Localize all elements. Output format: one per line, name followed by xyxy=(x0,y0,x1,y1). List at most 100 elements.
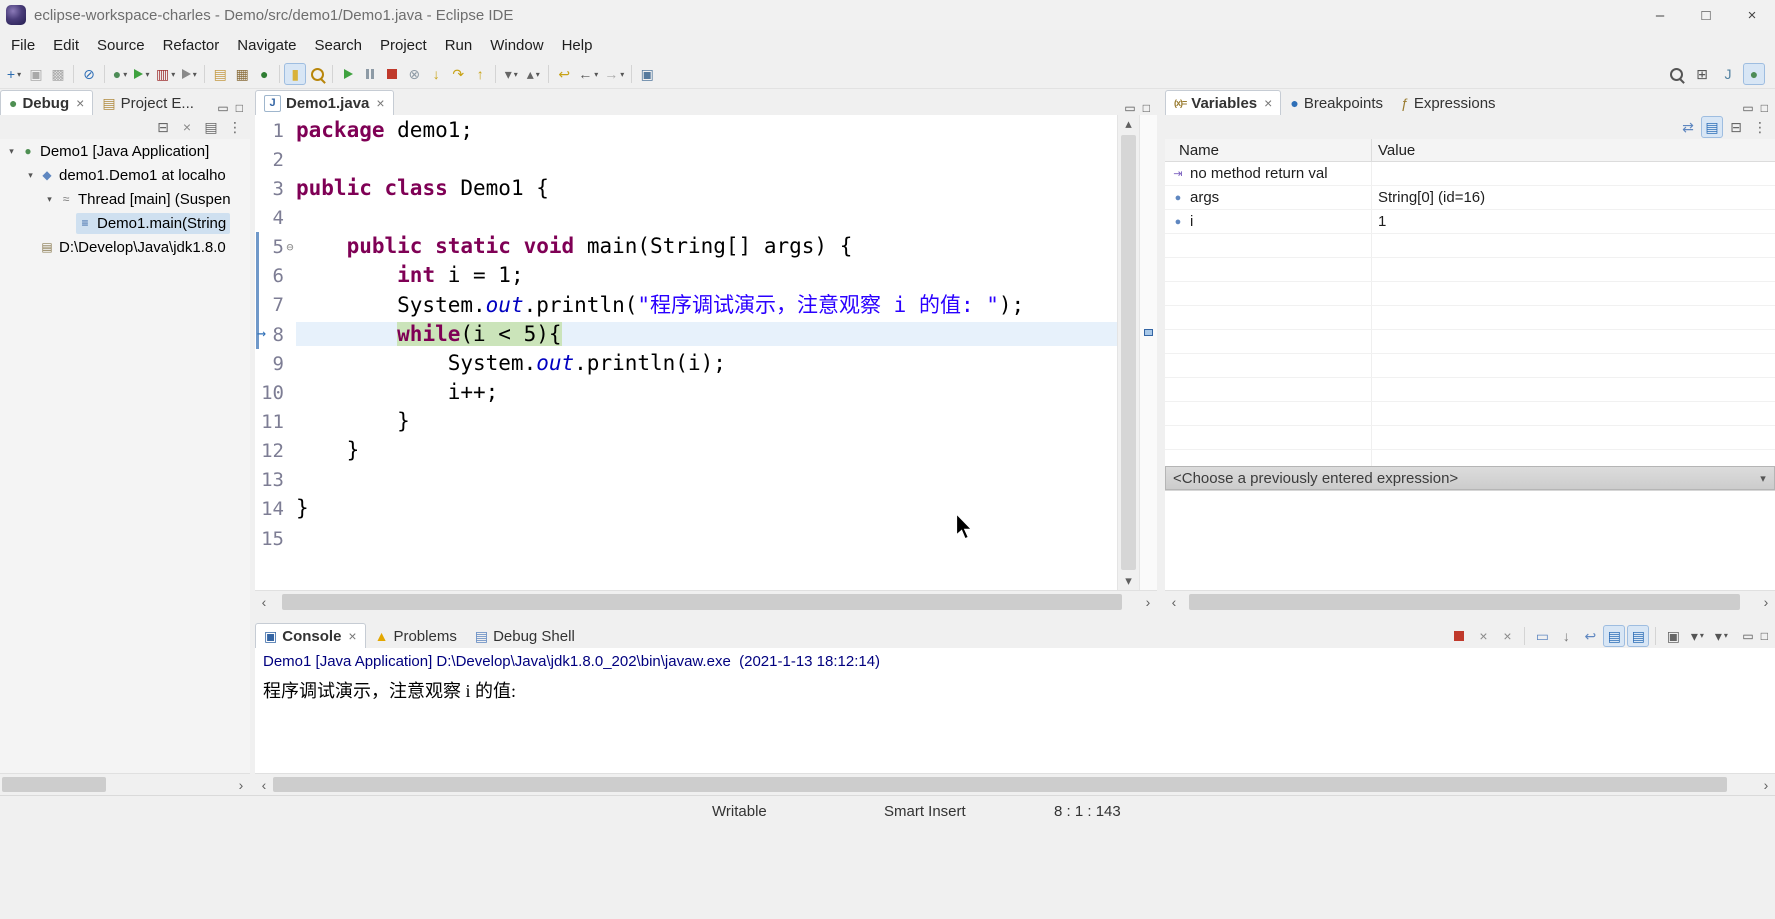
remove-terminated-button[interactable]: × xyxy=(176,116,198,138)
variable-row-i[interactable]: ●i1 xyxy=(1165,210,1775,234)
column-header-value[interactable]: Value xyxy=(1372,139,1775,161)
chevron-down-icon[interactable]: ▾ xyxy=(1752,472,1774,485)
menu-project[interactable]: Project xyxy=(371,33,436,58)
previous-annotation-button[interactable]: ▴▾ xyxy=(522,63,544,85)
current-line-marker-icon[interactable] xyxy=(1144,329,1153,336)
tab-debug[interactable]: ●Debug× xyxy=(0,90,93,115)
terminate-console-button[interactable] xyxy=(1448,625,1470,647)
close-window-button[interactable]: × xyxy=(1729,0,1775,30)
quick-access-search-button[interactable] xyxy=(1665,63,1687,85)
scroll-thumb[interactable] xyxy=(1121,135,1136,570)
debug-button[interactable]: ●▾ xyxy=(109,63,131,85)
editor-hscrollbar[interactable]: ‹ › xyxy=(255,590,1157,613)
code-line-10[interactable]: 10 i++; xyxy=(255,377,1117,406)
tab-console[interactable]: ▣Console× xyxy=(255,623,366,648)
scroll-up-icon[interactable]: ▴ xyxy=(1118,115,1139,133)
save-button[interactable]: ▣ xyxy=(25,63,47,85)
variable-row-args[interactable]: ●argsString[0] (id=16) xyxy=(1165,186,1775,210)
open-console-button[interactable]: ▾▾ xyxy=(1710,625,1732,647)
console-output-area[interactable]: Demo1 [Java Application] D:\Develop\Java… xyxy=(255,648,1775,773)
java-perspective-button[interactable]: J xyxy=(1717,63,1739,85)
terminate-button[interactable] xyxy=(381,63,403,85)
scroll-left-icon[interactable]: ‹ xyxy=(255,591,273,613)
close-tab-icon[interactable]: × xyxy=(348,628,356,644)
tree-item-process[interactable]: ▾◆demo1.Demo1 at localho xyxy=(0,163,250,187)
code-line-13[interactable]: 13 xyxy=(255,465,1117,494)
show-stderr-button[interactable]: ▤ xyxy=(1627,625,1649,647)
clear-console-button[interactable]: ▭ xyxy=(1531,625,1553,647)
menu-source[interactable]: Source xyxy=(88,33,154,58)
scroll-right-icon[interactable]: › xyxy=(1139,591,1157,613)
column-header-name[interactable]: Name xyxy=(1165,139,1372,161)
scroll-thumb[interactable] xyxy=(2,777,106,792)
menu-help[interactable]: Help xyxy=(553,33,602,58)
resume-button[interactable] xyxy=(337,63,359,85)
code-line-11[interactable]: 11 } xyxy=(255,406,1117,435)
tree-item-jre[interactable]: ▤D:\Develop\Java\jdk1.8.0 xyxy=(0,235,250,259)
step-over-button[interactable]: ↷ xyxy=(447,63,469,85)
code-line-9[interactable]: 9 System.out.println(i); xyxy=(255,348,1117,377)
expression-combo[interactable]: <Choose a previously entered expression>… xyxy=(1165,466,1775,490)
sash-console[interactable] xyxy=(255,613,1775,622)
tab-expressions[interactable]: ƒExpressions xyxy=(1392,90,1505,115)
menu-window[interactable]: Window xyxy=(481,33,552,58)
code-line-7[interactable]: 7 System.out.println("程序调试演示，注意观察 i 的值: … xyxy=(255,290,1117,319)
suspend-button[interactable] xyxy=(359,63,381,85)
variable-detail-pane[interactable] xyxy=(1165,490,1775,590)
collapse-all-button[interactable]: ⊟ xyxy=(1725,116,1747,138)
menu-navigate[interactable]: Navigate xyxy=(228,33,305,58)
scroll-track[interactable] xyxy=(273,591,1139,613)
word-wrap-button[interactable]: ↩ xyxy=(1579,625,1601,647)
save-all-button[interactable]: ▩ xyxy=(47,63,69,85)
display-console-button[interactable]: ▾▾ xyxy=(1686,625,1708,647)
code-line-12[interactable]: 12 } xyxy=(255,436,1117,465)
code-area[interactable]: 1package demo1;23public class Demo1 {45⊖… xyxy=(255,115,1117,590)
close-tab-icon[interactable]: × xyxy=(76,95,84,111)
new-wizard-button[interactable]: +▾ xyxy=(3,63,25,85)
console-hscrollbar[interactable]: ‹ › xyxy=(255,773,1775,795)
minimize-view-button[interactable]: ▭ xyxy=(1742,101,1753,115)
scroll-lock-button[interactable]: ↓ xyxy=(1555,625,1577,647)
expand-arrow-icon[interactable]: ▾ xyxy=(23,170,38,181)
tree-item-launch[interactable]: ▾●Demo1 [Java Application] xyxy=(0,139,250,163)
scroll-left-icon[interactable]: ‹ xyxy=(255,774,273,795)
scroll-thumb[interactable] xyxy=(1189,594,1740,610)
code-line-3[interactable]: 3public class Demo1 { xyxy=(255,173,1117,202)
maximize-view-button[interactable]: □ xyxy=(236,101,243,115)
step-return-button[interactable]: ↑ xyxy=(469,63,491,85)
forward-button[interactable]: →▾ xyxy=(601,63,627,85)
menu-search[interactable]: Search xyxy=(305,33,371,58)
fold-marker-icon[interactable]: ⊖ xyxy=(284,240,296,254)
scroll-thumb[interactable] xyxy=(273,777,1727,792)
view-menu-button[interactable]: ⋮ xyxy=(224,116,246,138)
tab-project-explorer[interactable]: ▤Project E... xyxy=(93,90,203,115)
code-line-2[interactable]: 2 xyxy=(255,144,1117,173)
minimize-view-button[interactable]: ▭ xyxy=(1124,101,1135,115)
scroll-right-icon[interactable]: › xyxy=(1757,591,1775,613)
sash-editor-variables[interactable] xyxy=(1157,89,1165,613)
show-type-names-button[interactable]: ⇄ xyxy=(1677,116,1699,138)
run-button[interactable]: ▾ xyxy=(131,63,153,85)
toggle-mark-occurrences-button[interactable]: ▮ xyxy=(284,63,306,85)
minimize-view-button[interactable]: ▭ xyxy=(217,101,228,115)
menu-edit[interactable]: Edit xyxy=(44,33,88,58)
editor-vscrollbar[interactable]: ▴ ▾ xyxy=(1117,115,1139,590)
maximize-view-button[interactable]: □ xyxy=(1143,101,1150,115)
expand-arrow-icon[interactable]: ▾ xyxy=(42,194,57,205)
disconnect-button[interactable]: ⊗ xyxy=(403,63,425,85)
code-line-1[interactable]: 1package demo1; xyxy=(255,115,1117,144)
code-line-4[interactable]: 4 xyxy=(255,202,1117,231)
code-line-14[interactable]: 14} xyxy=(255,494,1117,523)
scroll-track[interactable] xyxy=(273,774,1757,795)
code-line-8[interactable]: →8 while(i < 5){ xyxy=(255,319,1117,348)
coverage-button[interactable]: ▥▾ xyxy=(153,63,178,85)
tree-item-stack-frame[interactable]: ≡Demo1.main(String xyxy=(0,211,250,235)
overview-ruler[interactable] xyxy=(1139,115,1157,590)
code-line-6[interactable]: 6 int i = 1; xyxy=(255,261,1117,290)
debug-view-layout-button[interactable]: ▤ xyxy=(200,116,222,138)
tab-breakpoints[interactable]: ●Breakpoints xyxy=(1281,90,1392,115)
view-menu-button[interactable]: ⋮ xyxy=(1749,116,1771,138)
remove-launch-button[interactable]: × xyxy=(1472,625,1494,647)
menu-run[interactable]: Run xyxy=(436,33,482,58)
maximize-view-button[interactable]: □ xyxy=(1761,629,1768,643)
